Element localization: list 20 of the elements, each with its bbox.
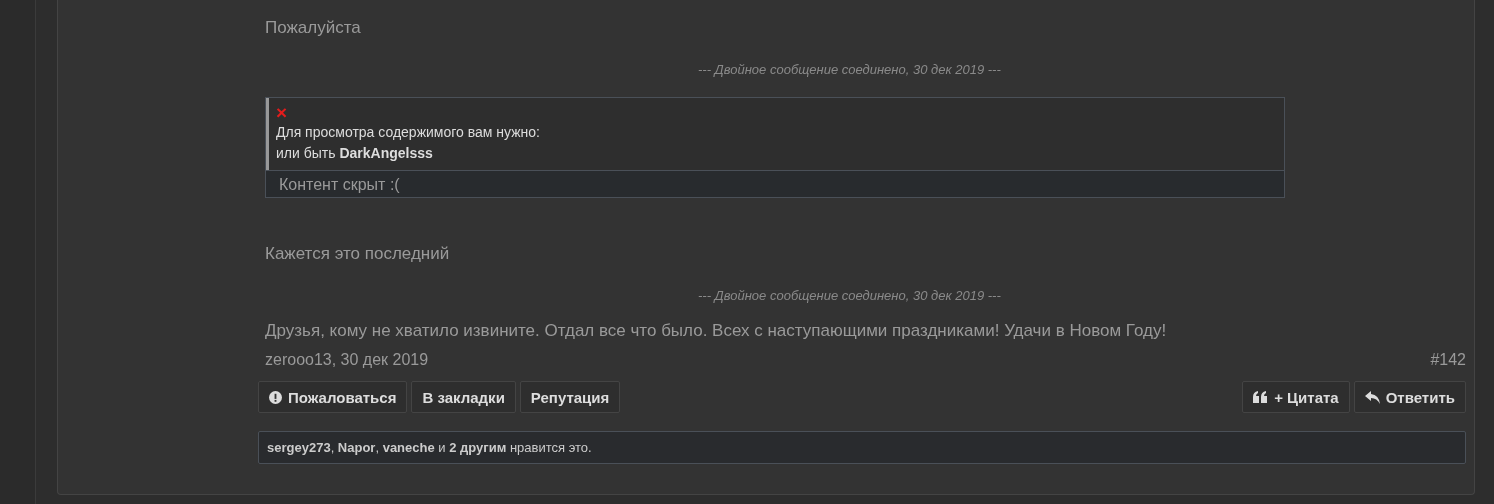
access-text: или быть DarkAngelsss — [276, 144, 434, 163]
merge-note: --- Двойное сообщение соединено, 30 дек 2019 --- — [697, 288, 1002, 303]
action-button[interactable]: Пожаловаться — [258, 381, 408, 413]
post-number[interactable]: #142 — [1430, 351, 1466, 369]
exclamation-icon — [269, 390, 282, 404]
message-text: Кажется это последний — [264, 244, 451, 264]
hidden-footer: Контент скрыт :( — [266, 170, 1284, 197]
quote-icon — [1253, 391, 1269, 403]
access-text: Для просмотра содержимого вам нужно: — [276, 123, 541, 142]
message-text: Пожалуйста — [264, 18, 362, 38]
close-icon: × — [276, 104, 1276, 122]
action-button[interactable]: + Цитата — [1242, 381, 1350, 413]
action-button[interactable]: В закладки — [411, 381, 516, 413]
author-date: zerooo13, 30 дек 2019 — [265, 351, 429, 369]
reply-icon — [1364, 390, 1380, 404]
likes-text: sergey273, Napor, vaneche и 2 другим нравится это. — [267, 440, 592, 455]
action-button[interactable]: Репутация — [519, 381, 621, 413]
merge-note: --- Двойное сообщение соединено, 30 дек 2019 --- — [697, 62, 1002, 77]
message-text: Друзья, кому не хватило извините. Отдал все что было. Всех с наступающими праздниками! Удачи в Новом Году! — [264, 321, 1168, 341]
action-button[interactable]: Ответить — [1353, 381, 1466, 413]
